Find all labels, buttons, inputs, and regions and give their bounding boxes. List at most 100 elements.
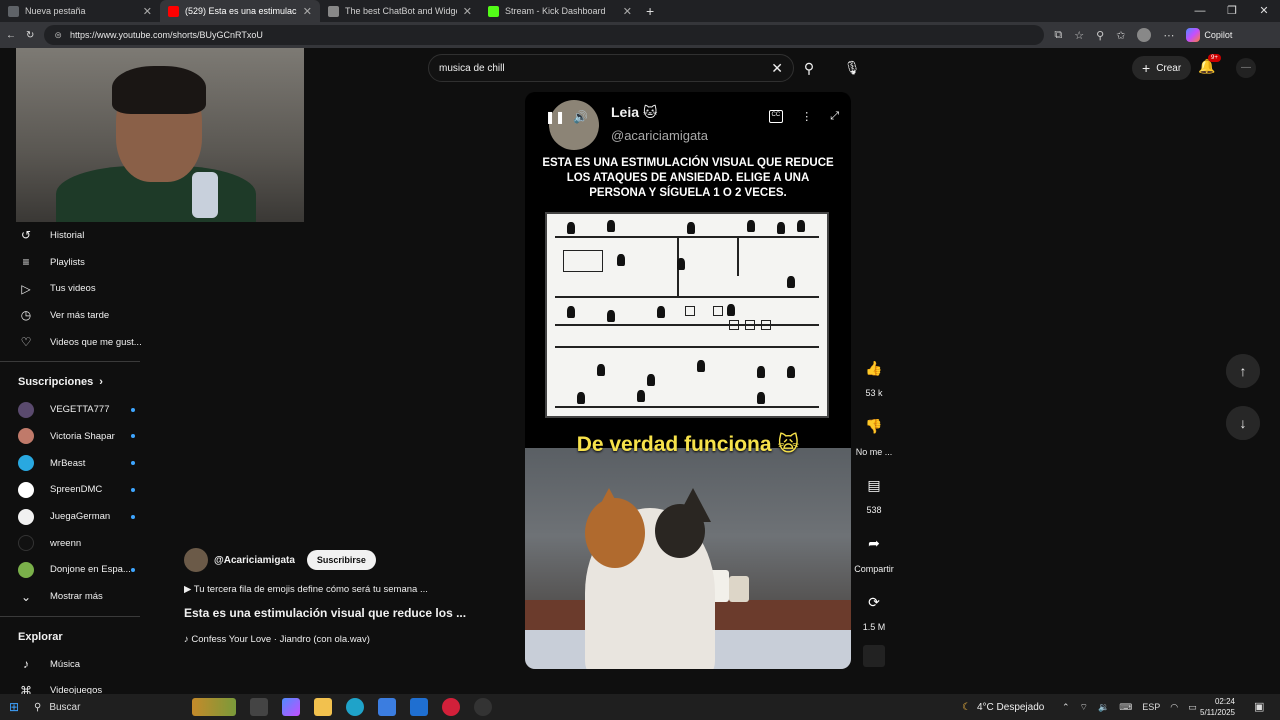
sidebar-item-subscription[interactable]: wreenn xyxy=(0,530,156,557)
short-description[interactable]: ▶ Tu tercera fila de emojis define cómo … xyxy=(184,584,484,595)
clear-search-icon[interactable]: ✕ xyxy=(771,60,783,77)
captions-icon[interactable]: CC xyxy=(768,110,784,123)
close-tab-icon[interactable]: ✕ xyxy=(303,5,312,18)
mail-icon[interactable] xyxy=(410,698,428,716)
sidebar-item-subscription[interactable]: SpreenDMC xyxy=(0,477,156,504)
address-icons: ⧉ ☆ ⚲ ✩ ⋯ Copilot xyxy=(1054,28,1232,42)
fullscreen-icon[interactable]: ⤢ xyxy=(830,110,839,123)
share-button[interactable]: ➦ Compartir xyxy=(852,528,896,587)
sidebar-item-tus-videos[interactable]: ▷ Tus videos xyxy=(0,275,156,302)
more-icon[interactable]: ⋯ xyxy=(1163,29,1174,42)
profile-icon[interactable] xyxy=(1137,28,1152,42)
obs-icon[interactable] xyxy=(474,698,492,716)
subscriptions-heading[interactable]: Suscripciones › xyxy=(0,368,156,396)
show-more-button[interactable]: ⌄ Mostrar más xyxy=(0,583,156,610)
volume-icon[interactable]: 🔊 xyxy=(573,110,588,124)
site-info-icon[interactable]: ⊜ xyxy=(54,30,62,41)
sidebar-item-musica[interactable]: ♪ Música xyxy=(0,651,156,678)
minimize-icon[interactable]: — xyxy=(1184,0,1216,22)
sidebar-item-subscription[interactable]: Victoria Shapar xyxy=(0,423,156,450)
pause-icon[interactable]: ❚❚ xyxy=(545,110,565,124)
app-icon[interactable]: ⧉ xyxy=(1054,29,1062,42)
copilot-icon[interactable] xyxy=(282,698,300,716)
clock[interactable]: 02:24 5/11/2025 xyxy=(1200,696,1235,718)
notification-badge: 9+ xyxy=(1208,54,1221,62)
shorts-player[interactable]: ❚❚ 🔊 Leia 🐱 @acariciamigata CC ⋮ ⤢ ESTA … xyxy=(525,92,851,669)
sidebar-item-subscription[interactable]: Donjone en Espa... xyxy=(0,557,156,584)
avatar xyxy=(18,455,34,472)
task-view-icon[interactable] xyxy=(250,698,268,716)
chevron-up-icon[interactable]: ⌃ xyxy=(1062,702,1070,713)
search-input[interactable]: musica de chill xyxy=(439,63,771,74)
sidebar-item-subscription[interactable]: JuegaGerman xyxy=(0,503,156,530)
search-box[interactable]: musica de chill ✕ xyxy=(428,54,794,82)
extensions-icon[interactable]: ⚲ xyxy=(1096,29,1104,42)
more-options-icon[interactable]: ⋮ xyxy=(801,110,812,123)
widget-icon[interactable] xyxy=(192,698,236,716)
windows-taskbar: ⊞ ⚲ Buscar ☾ 4°C Despejado ⌃ ⌔ 🔉 ⌨ ESP ◠… xyxy=(0,694,1280,720)
next-short-button[interactable]: ↓ xyxy=(1226,406,1260,440)
sidebar-item-liked-videos[interactable]: ♡ Videos que me gust... xyxy=(0,329,156,356)
battery-icon[interactable]: ▭ xyxy=(1188,702,1197,713)
short-title[interactable]: Esta es una estimulación visual que redu… xyxy=(184,606,484,620)
address-toolbar: ← ↻ ⊜ https://www.youtube.com/shorts/BUy… xyxy=(0,22,1280,48)
comment-count: 538 xyxy=(866,505,882,516)
store-icon[interactable] xyxy=(378,698,396,716)
edge-icon[interactable] xyxy=(346,698,364,716)
wifi-icon[interactable]: ◠ xyxy=(1170,702,1178,713)
dislike-button[interactable]: 👎 No me ... xyxy=(852,411,896,470)
account-avatar[interactable]: — xyxy=(1236,58,1256,78)
like-button[interactable]: 👍 53 k xyxy=(852,352,896,411)
create-button[interactable]: + Crear xyxy=(1132,56,1192,80)
sidebar-item-playlists[interactable]: ≡ Playlists xyxy=(0,249,156,276)
language-label[interactable]: ESP xyxy=(1142,702,1160,712)
browser-tab[interactable]: The best ChatBot and Widgets fo ✕ xyxy=(320,0,480,22)
reload-icon[interactable]: ↻ xyxy=(26,30,34,41)
microphone xyxy=(192,172,218,218)
close-window-icon[interactable]: ✕ xyxy=(1248,0,1280,22)
search-button[interactable]: ⚲ xyxy=(794,54,824,82)
file-explorer-icon[interactable] xyxy=(314,698,332,716)
favorite-star-icon[interactable]: ☆ xyxy=(1074,29,1084,42)
voice-search-button[interactable]: 🎙 xyxy=(838,54,866,82)
close-tab-icon[interactable]: ✕ xyxy=(463,5,472,18)
maximize-icon[interactable]: ❐ xyxy=(1216,0,1248,22)
keyboard-icon[interactable]: ⌨ xyxy=(1119,702,1132,713)
channel-name[interactable]: @Acariciamigata xyxy=(214,555,295,566)
windows-start-icon[interactable]: ⊞ xyxy=(0,700,28,714)
new-tab-button[interactable]: + xyxy=(640,3,654,19)
network-icon[interactable]: ⌔ xyxy=(1080,702,1088,713)
weather-widget[interactable]: ☾ 4°C Despejado xyxy=(962,694,1044,720)
sidebar-item-subscription[interactable]: VEGETTA777 xyxy=(0,396,156,423)
favorites-icon[interactable]: ✩ xyxy=(1116,29,1125,42)
plus-icon: + xyxy=(1142,60,1151,76)
new-content-dot xyxy=(131,461,135,466)
comments-button[interactable]: ▤ 538 xyxy=(852,469,896,528)
subscribe-button[interactable]: Suscribirse xyxy=(306,550,376,570)
subscription-name: JuegaGerman xyxy=(50,511,111,523)
taskbar-search[interactable]: ⚲ Buscar xyxy=(28,702,168,713)
browser-tab[interactable]: Stream - Kick Dashboard ✕ xyxy=(480,0,640,22)
remix-button[interactable]: ⟳ 1.5 M xyxy=(852,586,896,645)
previous-short-button[interactable]: ↑ xyxy=(1226,354,1260,388)
close-tab-icon[interactable]: ✕ xyxy=(623,5,632,18)
browser-tab-bar: Nueva pestaña ✕ (529) Esta es una estimu… xyxy=(0,0,1280,22)
notifications-button[interactable]: 🔔 9+ xyxy=(1198,54,1221,75)
close-tab-icon[interactable]: ✕ xyxy=(143,5,152,18)
music-track[interactable]: ♪ Confess Your Love · Jiandro (con ola.w… xyxy=(184,634,484,645)
notification-center-icon[interactable]: ▣ xyxy=(1254,700,1264,713)
back-icon[interactable]: ← xyxy=(6,30,16,41)
player-top-icons: CC ⋮ ⤢ xyxy=(768,110,839,123)
sound-thumbnail[interactable] xyxy=(863,645,885,667)
channel-avatar[interactable] xyxy=(184,548,208,572)
copilot-button[interactable]: Copilot xyxy=(1186,28,1232,42)
browser-tab[interactable]: Nueva pestaña ✕ xyxy=(0,0,160,22)
sidebar-item-ver-mas-tarde[interactable]: ◷ Ver más tarde xyxy=(0,302,156,329)
url-bar[interactable]: ⊜ https://www.youtube.com/shorts/BUyGCnR… xyxy=(44,25,1045,45)
opera-icon[interactable] xyxy=(442,698,460,716)
sidebar-item-subscription[interactable]: MrBeast xyxy=(0,450,156,477)
channel-avatar xyxy=(549,100,599,150)
browser-tab-active[interactable]: (529) Esta es una estimulació ✕ xyxy=(160,0,320,22)
volume-icon[interactable]: 🔉 xyxy=(1098,702,1109,713)
sidebar-item-historial[interactable]: ↺ Historial xyxy=(0,222,156,249)
